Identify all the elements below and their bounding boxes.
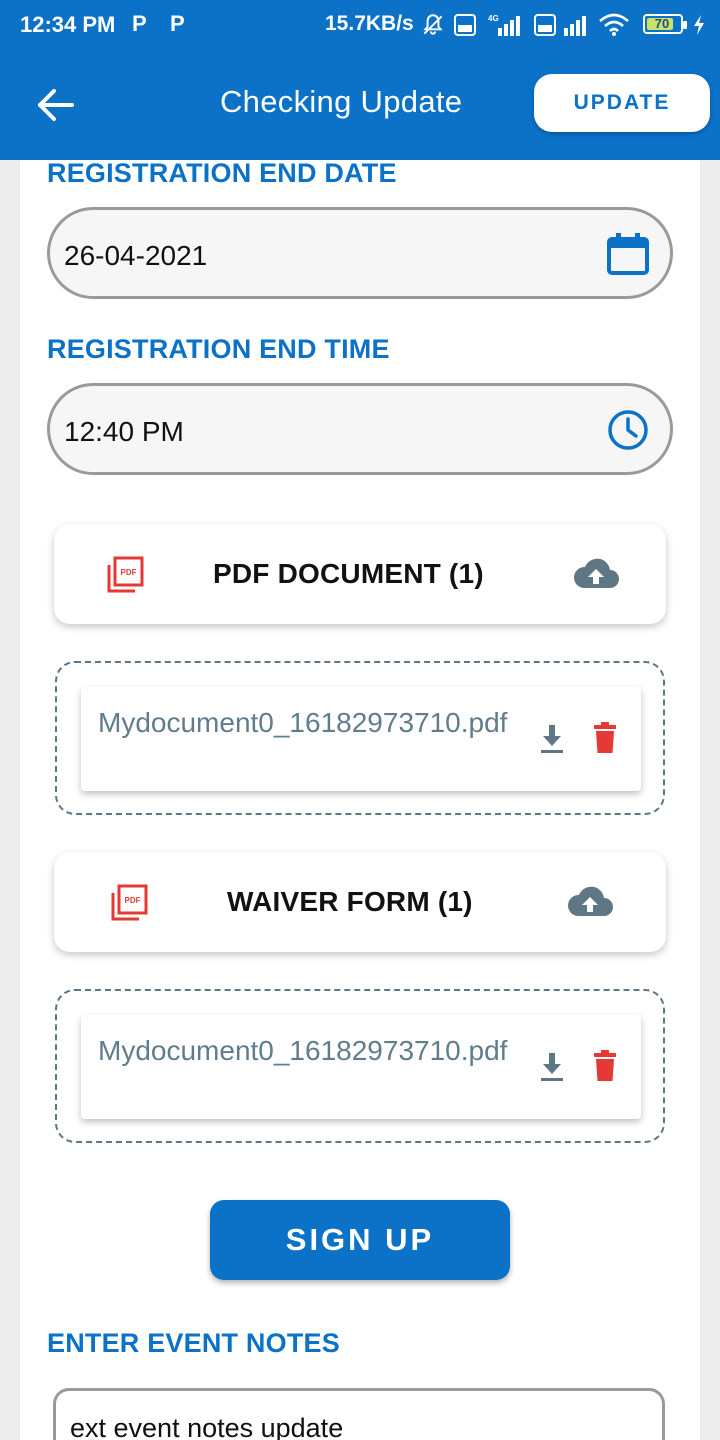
charging-icon bbox=[694, 15, 704, 35]
end-date-field[interactable]: 26-04-2021 bbox=[47, 207, 673, 299]
svg-text:PDF: PDF bbox=[125, 896, 141, 905]
event-notes-value: ext event notes update bbox=[70, 1413, 344, 1440]
back-button[interactable] bbox=[28, 80, 84, 130]
mute-bell-icon bbox=[423, 14, 443, 35]
end-date-value: 26-04-2021 bbox=[64, 240, 208, 271]
end-time-field[interactable]: 12:40 PM bbox=[47, 383, 673, 475]
download-icon[interactable] bbox=[539, 723, 565, 755]
svg-text:4G: 4G bbox=[488, 14, 499, 23]
delete-icon[interactable] bbox=[593, 1049, 617, 1083]
delete-icon[interactable] bbox=[593, 721, 617, 755]
file-item: Mydocument0_16182973710.pdf bbox=[81, 687, 641, 791]
pdf-document-dropzone: Mydocument0_16182973710.pdf bbox=[55, 661, 665, 815]
battery-level: 70 bbox=[654, 16, 670, 31]
wifi-icon bbox=[599, 13, 629, 36]
calendar-icon[interactable] bbox=[606, 232, 650, 276]
update-button[interactable]: UPDATE bbox=[534, 74, 710, 132]
pdf-document-header: PDF PDF DOCUMENT (1) bbox=[54, 524, 666, 624]
event-notes-label: ENTER EVENT NOTES bbox=[47, 1328, 340, 1358]
pdf-document-title: PDF DOCUMENT (1) bbox=[213, 558, 484, 589]
waiver-form-title: WAIVER FORM (1) bbox=[227, 886, 473, 917]
event-notes-field[interactable]: ext event notes update bbox=[53, 1388, 665, 1440]
sign-up-button[interactable]: SIGN UP bbox=[210, 1200, 510, 1280]
end-time-label: REGISTRATION END TIME bbox=[47, 334, 390, 364]
pdf-icon: PDF bbox=[111, 884, 148, 921]
battery-icon: 70 bbox=[643, 14, 687, 34]
signal-icon bbox=[564, 16, 586, 36]
arrow-back-icon bbox=[38, 89, 74, 121]
svg-text:PDF: PDF bbox=[121, 568, 137, 577]
notification-p-icon: P bbox=[170, 11, 185, 36]
signal-4g-icon: 4G bbox=[488, 14, 520, 36]
cloud-upload-icon[interactable] bbox=[566, 884, 614, 920]
volte-icon bbox=[454, 14, 476, 36]
app-bar: Checking Update UPDATE bbox=[0, 50, 720, 160]
volte-icon bbox=[534, 14, 556, 36]
download-icon[interactable] bbox=[539, 1051, 565, 1083]
page-title: Checking Update bbox=[220, 84, 463, 119]
status-icons: 4G 70 bbox=[420, 10, 710, 40]
file-item: Mydocument0_16182973710.pdf bbox=[81, 1015, 641, 1119]
cloud-upload-icon[interactable] bbox=[572, 556, 620, 592]
status-bar: 12:34 PM P P 15.7KB/s 4G 70 bbox=[0, 0, 720, 50]
pdf-icon: PDF bbox=[107, 556, 144, 593]
notification-p-icon: P bbox=[132, 11, 147, 36]
waiver-form-dropzone: Mydocument0_16182973710.pdf bbox=[55, 989, 665, 1143]
end-time-value: 12:40 PM bbox=[64, 416, 184, 447]
file-name: Mydocument0_16182973710.pdf bbox=[98, 1035, 508, 1066]
end-date-label: REGISTRATION END DATE bbox=[47, 158, 397, 188]
network-speed: 15.7KB/s bbox=[325, 12, 414, 35]
status-time: 12:34 PM bbox=[20, 12, 116, 37]
file-name: Mydocument0_16182973710.pdf bbox=[98, 707, 508, 738]
clock-icon[interactable] bbox=[606, 408, 650, 452]
waiver-form-header: PDF WAIVER FORM (1) bbox=[54, 852, 666, 952]
